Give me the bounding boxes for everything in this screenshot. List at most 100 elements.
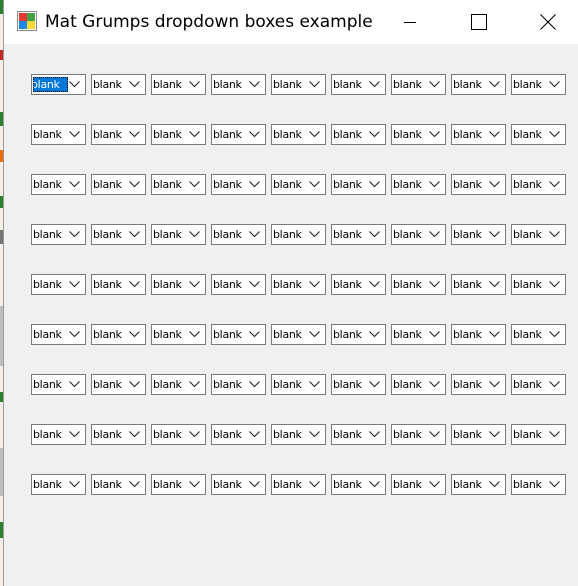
chevron-down-icon[interactable]: [549, 81, 560, 88]
dropdown-box-r9-c9[interactable]: blank: [511, 474, 566, 495]
dropdown-box-r8-c5[interactable]: blank: [271, 424, 326, 445]
chevron-down-icon[interactable]: [189, 231, 200, 238]
dropdown-box-r4-c2[interactable]: blank: [91, 224, 146, 245]
dropdown-box-r3-c6[interactable]: blank: [331, 174, 386, 195]
dropdown-box-r4-c6[interactable]: blank: [331, 224, 386, 245]
dropdown-box-r8-c7[interactable]: blank: [391, 424, 446, 445]
dropdown-box-r3-c3[interactable]: blank: [151, 174, 206, 195]
chevron-down-icon[interactable]: [129, 281, 140, 288]
dropdown-box-r2-c4[interactable]: blank: [211, 124, 266, 145]
minimize-button[interactable]: [387, 0, 433, 44]
dropdown-box-r4-c7[interactable]: blank: [391, 224, 446, 245]
chevron-down-icon[interactable]: [189, 81, 200, 88]
chevron-down-icon[interactable]: [69, 281, 80, 288]
chevron-down-icon[interactable]: [429, 331, 440, 338]
dropdown-box-r7-c7[interactable]: blank: [391, 374, 446, 395]
dropdown-box-r7-c6[interactable]: blank: [331, 374, 386, 395]
chevron-down-icon[interactable]: [129, 481, 140, 488]
dropdown-box-r4-c1[interactable]: blank: [31, 224, 86, 245]
chevron-down-icon[interactable]: [69, 181, 80, 188]
title-bar[interactable]: Mat Grumps dropdown boxes example: [4, 0, 578, 44]
chevron-down-icon[interactable]: [369, 381, 380, 388]
dropdown-box-r7-c4[interactable]: blank: [211, 374, 266, 395]
dropdown-box-r8-c3[interactable]: blank: [151, 424, 206, 445]
chevron-down-icon[interactable]: [189, 131, 200, 138]
chevron-down-icon[interactable]: [489, 331, 500, 338]
dropdown-box-r1-c1[interactable]: blank: [31, 74, 86, 95]
chevron-down-icon[interactable]: [189, 331, 200, 338]
dropdown-box-r6-c1[interactable]: blank: [31, 324, 86, 345]
chevron-down-icon[interactable]: [129, 231, 140, 238]
dropdown-box-r7-c9[interactable]: blank: [511, 374, 566, 395]
chevron-down-icon[interactable]: [189, 481, 200, 488]
dropdown-box-r6-c7[interactable]: blank: [391, 324, 446, 345]
chevron-down-icon[interactable]: [549, 281, 560, 288]
close-button[interactable]: [525, 0, 571, 44]
chevron-down-icon[interactable]: [249, 231, 260, 238]
chevron-down-icon[interactable]: [309, 131, 320, 138]
chevron-down-icon[interactable]: [69, 131, 80, 138]
dropdown-box-r8-c1[interactable]: blank: [31, 424, 86, 445]
dropdown-box-r6-c6[interactable]: blank: [331, 324, 386, 345]
chevron-down-icon[interactable]: [549, 131, 560, 138]
dropdown-box-r2-c1[interactable]: blank: [31, 124, 86, 145]
dropdown-box-r7-c1[interactable]: blank: [31, 374, 86, 395]
dropdown-box-r5-c3[interactable]: blank: [151, 274, 206, 295]
chevron-down-icon[interactable]: [489, 131, 500, 138]
dropdown-box-r1-c5[interactable]: blank: [271, 74, 326, 95]
dropdown-box-r7-c8[interactable]: blank: [451, 374, 506, 395]
chevron-down-icon[interactable]: [189, 181, 200, 188]
dropdown-box-r9-c6[interactable]: blank: [331, 474, 386, 495]
chevron-down-icon[interactable]: [429, 81, 440, 88]
chevron-down-icon[interactable]: [249, 381, 260, 388]
dropdown-box-r5-c4[interactable]: blank: [211, 274, 266, 295]
chevron-down-icon[interactable]: [369, 281, 380, 288]
dropdown-box-r2-c8[interactable]: blank: [451, 124, 506, 145]
chevron-down-icon[interactable]: [549, 181, 560, 188]
dropdown-box-r1-c8[interactable]: blank: [451, 74, 506, 95]
chevron-down-icon[interactable]: [69, 381, 80, 388]
chevron-down-icon[interactable]: [129, 331, 140, 338]
chevron-down-icon[interactable]: [309, 331, 320, 338]
chevron-down-icon[interactable]: [429, 281, 440, 288]
dropdown-box-r9-c3[interactable]: blank: [151, 474, 206, 495]
chevron-down-icon[interactable]: [249, 281, 260, 288]
dropdown-box-r5-c5[interactable]: blank: [271, 274, 326, 295]
chevron-down-icon[interactable]: [129, 181, 140, 188]
dropdown-box-r9-c8[interactable]: blank: [451, 474, 506, 495]
chevron-down-icon[interactable]: [369, 431, 380, 438]
dropdown-box-r1-c3[interactable]: blank: [151, 74, 206, 95]
dropdown-box-r5-c8[interactable]: blank: [451, 274, 506, 295]
dropdown-box-r2-c7[interactable]: blank: [391, 124, 446, 145]
dropdown-box-r9-c7[interactable]: blank: [391, 474, 446, 495]
chevron-down-icon[interactable]: [549, 381, 560, 388]
chevron-down-icon[interactable]: [189, 381, 200, 388]
chevron-down-icon[interactable]: [489, 231, 500, 238]
dropdown-box-r1-c2[interactable]: blank: [91, 74, 146, 95]
dropdown-box-r3-c9[interactable]: blank: [511, 174, 566, 195]
dropdown-box-r4-c4[interactable]: blank: [211, 224, 266, 245]
dropdown-box-r3-c4[interactable]: blank: [211, 174, 266, 195]
chevron-down-icon[interactable]: [429, 131, 440, 138]
dropdown-box-r9-c4[interactable]: blank: [211, 474, 266, 495]
dropdown-box-r6-c5[interactable]: blank: [271, 324, 326, 345]
chevron-down-icon[interactable]: [369, 81, 380, 88]
chevron-down-icon[interactable]: [69, 431, 80, 438]
maximize-button[interactable]: [456, 0, 502, 44]
dropdown-box-r4-c8[interactable]: blank: [451, 224, 506, 245]
chevron-down-icon[interactable]: [489, 281, 500, 288]
dropdown-box-r8-c6[interactable]: blank: [331, 424, 386, 445]
chevron-down-icon[interactable]: [249, 81, 260, 88]
dropdown-box-r9-c1[interactable]: blank: [31, 474, 86, 495]
chevron-down-icon[interactable]: [69, 481, 80, 488]
chevron-down-icon[interactable]: [249, 331, 260, 338]
dropdown-box-r9-c5[interactable]: blank: [271, 474, 326, 495]
dropdown-box-r8-c9[interactable]: blank: [511, 424, 566, 445]
dropdown-box-r8-c4[interactable]: blank: [211, 424, 266, 445]
chevron-down-icon[interactable]: [129, 131, 140, 138]
dropdown-box-r5-c9[interactable]: blank: [511, 274, 566, 295]
chevron-down-icon[interactable]: [69, 331, 80, 338]
dropdown-box-r2-c9[interactable]: blank: [511, 124, 566, 145]
dropdown-box-r3-c5[interactable]: blank: [271, 174, 326, 195]
chevron-down-icon[interactable]: [309, 381, 320, 388]
